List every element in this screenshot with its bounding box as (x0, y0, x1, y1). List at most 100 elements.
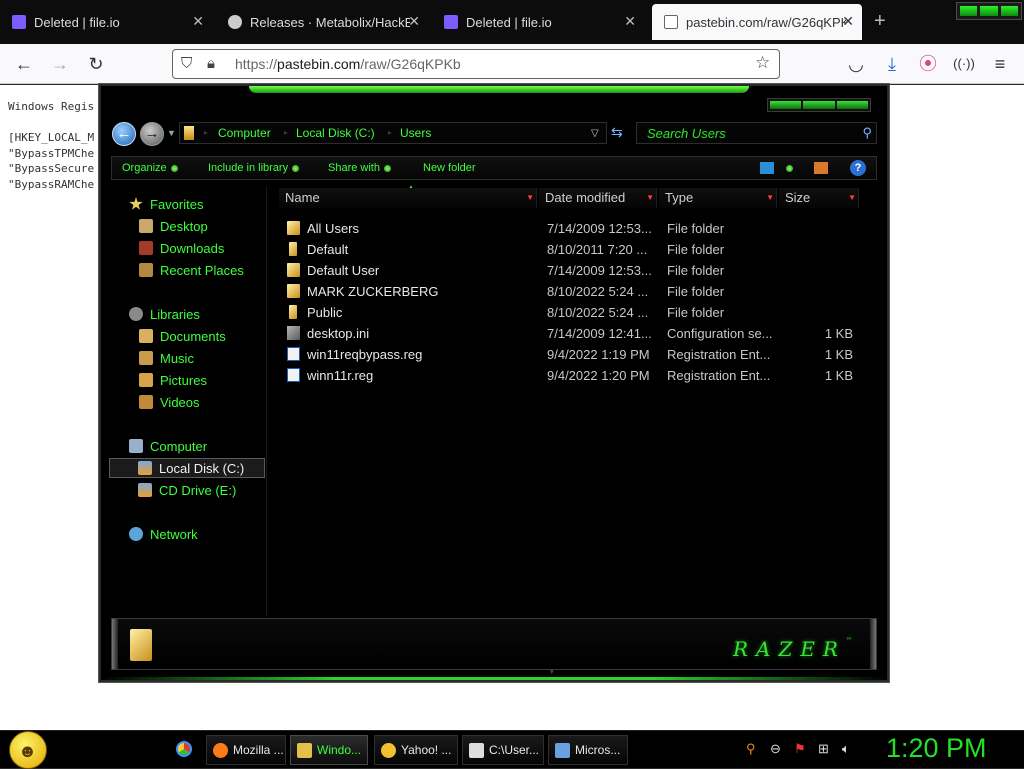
new-folder-button[interactable]: New folder (423, 162, 476, 174)
close-tab-icon[interactable]: ✕ (842, 13, 854, 30)
address-bar[interactable]: ▸ Computer ▸ Local Disk (C:) ▸ Users (179, 122, 607, 144)
url-text[interactable]: https://pastebin.com/raw/G26qKPKb (235, 56, 461, 72)
organize-button[interactable]: Organize (122, 162, 178, 174)
raw-line: Windows Regis (8, 100, 95, 113)
file-row[interactable]: winn11r.reg 9/4/2022 1:20 PM Registratio… (283, 365, 879, 386)
forward-arrow-icon[interactable]: → (48, 52, 72, 76)
taskbar-button-firefox[interactable]: Mozilla ... (206, 735, 286, 765)
nav-network[interactable]: Network (109, 524, 265, 544)
browser-tab[interactable]: Deleted | file.io ✕ (0, 0, 212, 44)
file-row[interactable]: win11reqbypass.reg 9/4/2022 1:19 PM Regi… (283, 344, 879, 365)
nav-desktop[interactable]: Desktop (109, 216, 265, 236)
nav-pictures[interactable]: Pictures (109, 370, 265, 390)
forward-button[interactable]: → (140, 122, 164, 146)
breadcrumb-separator[interactable]: ▸ (388, 128, 392, 137)
nav-videos[interactable]: Videos (109, 392, 265, 412)
file-row[interactable]: Default User 7/14/2009 12:53... File fol… (283, 260, 879, 281)
action-center-flag-icon[interactable]: ⚑ (794, 741, 806, 757)
lock-icon[interactable]: 🔒︎ (207, 55, 215, 72)
back-arrow-icon[interactable]: ← (12, 52, 36, 76)
address-dropdown-icon[interactable]: ▽ (591, 128, 599, 139)
nav-label: Recent Places (160, 262, 244, 278)
back-button[interactable]: ← (112, 122, 136, 146)
recent-places-icon (139, 263, 153, 277)
extension-icon[interactable]: ⦿ (916, 52, 940, 76)
column-header-type[interactable]: Type ▼ (659, 188, 777, 208)
close-tab-icon[interactable]: ✕ (408, 13, 420, 30)
search-tray-icon[interactable]: ⚲ (746, 741, 756, 757)
file-date: 9/4/2022 1:19 PM (547, 347, 650, 362)
start-button[interactable]: ☻ (9, 731, 47, 769)
file-row[interactable]: All Users 7/14/2009 12:53... File folder (283, 218, 879, 239)
taskbar-button-microsoft[interactable]: Micros... (548, 735, 628, 765)
browser-tab-active[interactable]: pastebin.com/raw/G26qKPKb ✕ (652, 4, 862, 40)
tab-title: Releases · Metabolix/HackBGR (250, 14, 410, 30)
taskbar-button-explorer[interactable]: Windo... (290, 735, 368, 765)
browser-tab[interactable]: Releases · Metabolix/HackBGR ✕ (216, 0, 428, 44)
help-icon[interactable]: ? (850, 160, 866, 176)
url-bar[interactable]: ⛉ 🔒︎ https://pastebin.com/raw/G26qKPKb ☆ (172, 49, 780, 79)
search-input[interactable]: Search Users ⚲ (636, 122, 877, 144)
explorer-window-controls[interactable] (767, 98, 871, 112)
pocket-icon[interactable]: ◡ (844, 52, 868, 76)
yahoo-smiley-icon (381, 742, 396, 758)
column-header-date[interactable]: Date modified ▼ (539, 188, 657, 208)
column-header-name[interactable]: Name ▼ (279, 188, 537, 208)
reload-icon[interactable]: ↻ (84, 52, 108, 76)
preview-pane-icon[interactable] (814, 162, 828, 174)
hamburger-menu-icon[interactable]: ≡ (988, 52, 1012, 76)
search-icon[interactable]: ⚲ (862, 125, 872, 141)
breadcrumb-users[interactable]: Users (400, 126, 431, 140)
close-tab-icon[interactable]: ✕ (624, 13, 636, 30)
local-disk-icon (138, 461, 152, 475)
minus-tray-icon[interactable]: ⊖ (770, 741, 781, 757)
breadcrumb-computer[interactable]: Computer (218, 126, 271, 140)
nav-local-disk[interactable]: Local Disk (C:) (109, 458, 265, 478)
share-with-button[interactable]: Share with (328, 162, 391, 174)
nav-music[interactable]: Music (109, 348, 265, 368)
nav-documents[interactable]: Documents (109, 326, 265, 346)
column-label: Type (665, 190, 694, 205)
column-header-size[interactable]: Size ▼ (779, 188, 859, 208)
taskbar-button-7zip[interactable]: C:\User... (462, 735, 544, 765)
download-icon[interactable]: ⤓ (880, 52, 904, 76)
clock[interactable]: 1:20 PM (886, 733, 987, 764)
explorer-window[interactable]: ← → ▼ ▸ Computer ▸ Local Disk (C:) ▸ Use… (99, 84, 889, 682)
file-row[interactable]: MARK ZUCKERBERG 8/10/2022 5:24 ... File … (283, 281, 879, 302)
chrome-icon[interactable] (176, 741, 192, 757)
column-dropdown-icon[interactable]: ▼ (526, 188, 534, 208)
column-dropdown-icon[interactable]: ▼ (766, 188, 774, 208)
command-bar: Organize Include in library Share with N… (111, 156, 877, 180)
taskbar-button-yahoo[interactable]: Yahoo! ... (374, 735, 458, 765)
file-row[interactable]: desktop.ini 7/14/2009 12:41... Configura… (283, 323, 879, 344)
nav-cd-drive[interactable]: CD Drive (E:) (109, 480, 265, 500)
nav-computer[interactable]: Computer (109, 436, 265, 456)
network-tray-icon[interactable]: ⊞ (818, 741, 829, 757)
breadcrumb-separator[interactable]: ▸ (204, 128, 208, 137)
change-view-icon[interactable] (760, 162, 774, 174)
include-in-library-button[interactable]: Include in library (208, 162, 300, 174)
file-row[interactable]: Default 8/10/2011 7:20 ... File folder (283, 239, 879, 260)
new-tab-button[interactable]: + (874, 10, 886, 33)
recent-pages-dropdown-icon[interactable]: ▼ (167, 128, 176, 138)
column-dropdown-icon[interactable]: ▼ (646, 188, 654, 208)
window-controls[interactable] (956, 2, 1022, 20)
nav-libraries[interactable]: Libraries (109, 304, 265, 324)
shield-icon[interactable]: ⛉ (181, 55, 192, 72)
nav-recent-places[interactable]: Recent Places (109, 260, 265, 280)
file-row[interactable]: Public 8/10/2022 5:24 ... File folder (283, 302, 879, 323)
close-tab-icon[interactable]: ✕ (192, 13, 204, 30)
more-tools-icon[interactable]: ((·)) (952, 52, 976, 76)
nav-downloads[interactable]: Downloads (109, 238, 265, 258)
file-date: 9/4/2022 1:20 PM (547, 368, 650, 383)
breadcrumb-local-disk[interactable]: Local Disk (C:) (296, 126, 375, 140)
browser-tab[interactable]: Deleted | file.io ✕ (432, 0, 644, 44)
volume-icon[interactable]: 🔈︎ (842, 741, 850, 757)
bookmark-star-icon[interactable]: ☆ (755, 53, 770, 73)
nav-favorites[interactable]: Favorites (109, 194, 265, 214)
breadcrumb-separator[interactable]: ▸ (284, 128, 288, 137)
view-options-button[interactable] (782, 162, 793, 174)
taskbar-label: Micros... (575, 743, 621, 757)
column-dropdown-icon[interactable]: ▼ (848, 188, 856, 208)
refresh-icon[interactable]: ⇆ (611, 124, 623, 141)
